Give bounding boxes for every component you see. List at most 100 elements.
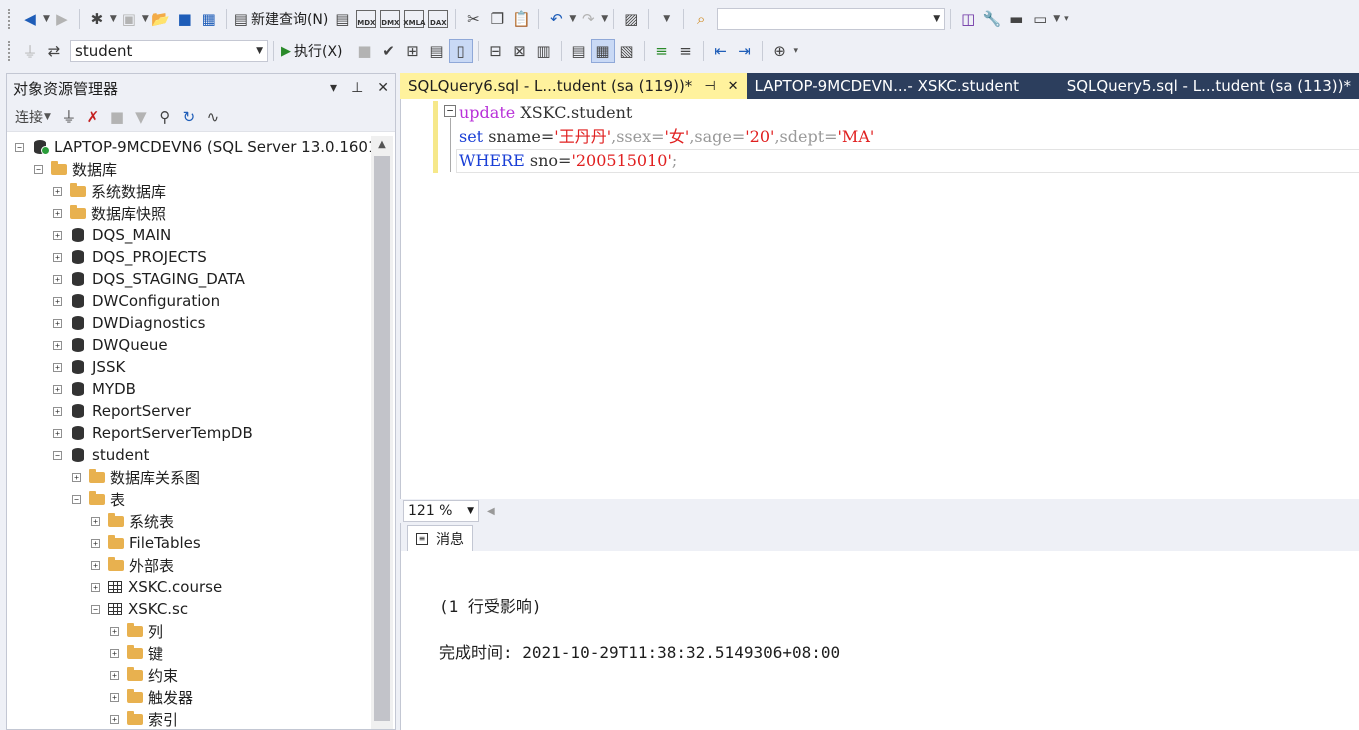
toolbar-grip[interactable] xyxy=(8,41,12,61)
expand-icon[interactable]: + xyxy=(53,384,62,394)
command-window-dropdown-icon[interactable]: ▼ xyxy=(1053,14,1060,24)
parse-checkmark-icon[interactable]: ✔ xyxy=(377,39,401,63)
live-query-stats-icon[interactable]: ⊠ xyxy=(508,39,532,63)
tree-node[interactable]: + 列 xyxy=(7,620,371,642)
tab-xskc-student[interactable]: LAPTOP-9MCDEVN...- XSKC.student xyxy=(747,73,1043,99)
expand-icon[interactable]: + xyxy=(110,626,119,636)
solution-config-dropdown[interactable]: ▼ xyxy=(654,7,678,31)
tree-node[interactable]: − student xyxy=(7,444,371,466)
collapse-icon[interactable]: − xyxy=(15,142,24,152)
tree-node[interactable]: − LAPTOP-9MCDEVN6 (SQL Server 13.0.1601.5 xyxy=(7,136,371,158)
tree-node[interactable]: + DQS_PROJECTS xyxy=(7,246,371,268)
query-options-icon[interactable]: ▤ xyxy=(425,39,449,63)
client-statistics-icon[interactable]: ▥ xyxy=(532,39,556,63)
toolbar-overflow-icon[interactable]: ▾ xyxy=(1064,14,1069,24)
change-connection-icon[interactable]: ⇄ xyxy=(42,39,66,63)
tree-node[interactable]: + XSKC.course xyxy=(7,576,371,598)
activity-monitor-icon[interactable]: ∿ xyxy=(201,105,225,129)
undo-dropdown-icon[interactable]: ▼ xyxy=(569,14,576,24)
pin-icon[interactable]: ⊥ xyxy=(351,80,363,96)
tab-sqlquery6[interactable]: SQLQuery6.sql - L...tudent (sa (119))* ⊣… xyxy=(400,73,747,99)
cut-icon[interactable]: ✂ xyxy=(461,7,485,31)
tab-messages[interactable]: ≡ 消息 xyxy=(407,525,473,551)
collapse-region-icon[interactable]: − xyxy=(444,105,456,117)
expand-icon[interactable]: + xyxy=(53,230,62,240)
tree-node[interactable]: + 索引 xyxy=(7,708,371,729)
tree-node[interactable]: + 键 xyxy=(7,642,371,664)
tree-node[interactable]: + 系统数据库 xyxy=(7,180,371,202)
zoom-select[interactable]: 121 % ▼ xyxy=(403,500,479,522)
collapse-icon[interactable]: − xyxy=(91,604,100,614)
expand-icon[interactable]: + xyxy=(91,560,100,570)
tree-node[interactable]: + MYDB xyxy=(7,378,371,400)
expand-icon[interactable]: + xyxy=(91,582,100,592)
estimated-plan-icon[interactable]: ⊞ xyxy=(401,39,425,63)
results-to-file-icon[interactable]: ▧ xyxy=(615,39,639,63)
stop-icon[interactable]: ■ xyxy=(353,39,377,63)
tree-node[interactable]: + 数据库关系图 xyxy=(7,466,371,488)
increase-indent-icon[interactable]: ⇥ xyxy=(733,39,757,63)
toolbox-icon[interactable]: ▬ xyxy=(1004,7,1028,31)
wrench-icon[interactable]: 🔧 xyxy=(980,7,1004,31)
toolbar-overflow-icon[interactable]: ▾ xyxy=(794,46,799,56)
expand-icon[interactable]: + xyxy=(53,252,62,262)
tree-node[interactable]: + 数据库快照 xyxy=(7,202,371,224)
collapse-icon[interactable]: − xyxy=(72,494,81,504)
expand-icon[interactable]: + xyxy=(53,362,62,372)
paste-icon[interactable]: 📋 xyxy=(509,7,533,31)
new-project-dropdown-icon[interactable]: ▼ xyxy=(110,14,117,24)
mdx-query-button[interactable]: MDX xyxy=(356,10,377,28)
redo-icon[interactable]: ↷ xyxy=(576,7,600,31)
uncomment-lines-icon[interactable]: ≡ xyxy=(674,39,698,63)
back-icon[interactable]: ◀ xyxy=(18,7,42,31)
tree-node[interactable]: + DQS_MAIN xyxy=(7,224,371,246)
expand-icon[interactable]: + xyxy=(53,274,62,284)
database-select[interactable]: student ▼ xyxy=(70,40,268,62)
visual-studio-icon[interactable]: ◫ xyxy=(956,7,980,31)
expand-icon[interactable]: + xyxy=(91,516,100,526)
collapse-icon[interactable]: − xyxy=(34,164,43,174)
query-editor[interactable]: − update XSKC.student set sname='王丹丹',ss… xyxy=(400,99,1359,499)
new-project-icon[interactable]: ✱ xyxy=(85,7,109,31)
scroll-up-icon[interactable]: ▲ xyxy=(371,136,393,154)
connect-button[interactable]: 连接 ▼ xyxy=(13,105,53,129)
redo-dropdown-icon[interactable]: ▼ xyxy=(601,14,608,24)
copy-icon[interactable]: ❐ xyxy=(485,7,509,31)
tree-node[interactable]: + FileTables xyxy=(7,532,371,554)
tree-node[interactable]: + DWConfiguration xyxy=(7,290,371,312)
close-icon[interactable]: ✕ xyxy=(728,79,739,94)
intellisense-icon[interactable]: ▯ xyxy=(448,39,473,63)
stop-icon[interactable]: ■ xyxy=(105,105,129,129)
database-engine-query-icon[interactable]: ▤ xyxy=(330,7,354,31)
decrease-indent-icon[interactable]: ⇤ xyxy=(709,39,733,63)
activity-monitor-icon[interactable]: ▨ xyxy=(619,7,643,31)
specify-template-values-icon[interactable]: ⊕ xyxy=(768,39,792,63)
tree-node[interactable]: + DWQueue xyxy=(7,334,371,356)
connect-plug-icon[interactable]: ⏚ xyxy=(57,105,81,129)
forward-icon[interactable]: ▶ xyxy=(50,7,74,31)
expand-icon[interactable]: + xyxy=(110,648,119,658)
tree-node[interactable]: + 系统表 xyxy=(7,510,371,532)
close-icon[interactable]: ✕ xyxy=(377,80,389,96)
expand-icon[interactable]: + xyxy=(53,406,62,416)
collapse-icon[interactable]: − xyxy=(53,450,62,460)
dmx-query-button[interactable]: DMX xyxy=(380,10,401,28)
save-all-icon[interactable]: ▦ xyxy=(197,7,221,31)
expand-icon[interactable]: + xyxy=(110,692,119,702)
results-to-grid-icon[interactable]: ▦ xyxy=(590,39,615,63)
expand-icon[interactable]: + xyxy=(53,208,62,218)
tree-node[interactable]: + JSSK xyxy=(7,356,371,378)
tree-node[interactable]: − 数据库 xyxy=(7,158,371,180)
results-to-text-icon[interactable]: ▤ xyxy=(567,39,591,63)
back-dropdown-icon[interactable]: ▼ xyxy=(43,14,50,24)
pin-icon[interactable]: ⊣ xyxy=(704,79,715,94)
tree-node[interactable]: + DQS_STAGING_DATA xyxy=(7,268,371,290)
filter-settings-icon[interactable]: ⚲ xyxy=(153,105,177,129)
xmla-query-button[interactable]: XMLA xyxy=(403,10,425,28)
refresh-icon[interactable]: ↻ xyxy=(177,105,201,129)
scroll-left-icon[interactable]: ◀ xyxy=(487,506,495,517)
comment-lines-icon[interactable]: ≡ xyxy=(650,39,674,63)
search-combo[interactable]: ▼ xyxy=(717,8,946,30)
code-area[interactable]: update XSKC.student set sname='王丹丹',ssex… xyxy=(459,101,874,173)
expand-icon[interactable]: + xyxy=(53,296,62,306)
